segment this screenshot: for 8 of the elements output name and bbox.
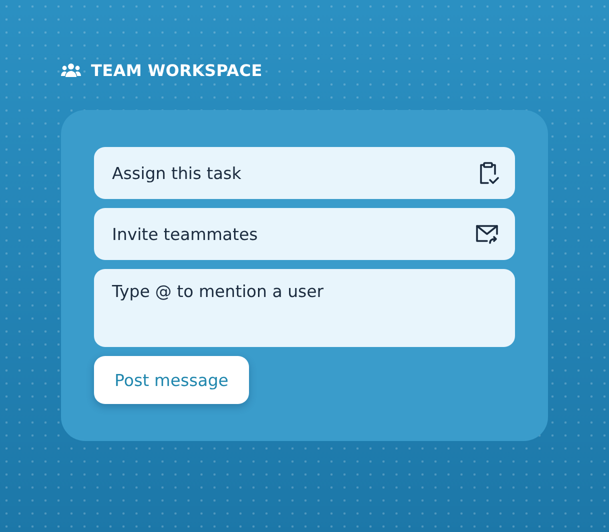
clipboard-check-icon [477,161,499,185]
assign-task-button[interactable]: Assign this task [94,147,515,199]
envelope-arrow-icon [475,223,499,245]
message-field[interactable]: Type @ to mention a user [94,269,515,347]
people-icon [61,63,81,77]
invite-button[interactable]: Invite teammates [94,208,515,260]
workspace-title: TEAM WORKSPACE [91,60,262,80]
post-button[interactable]: Post message [94,356,249,404]
